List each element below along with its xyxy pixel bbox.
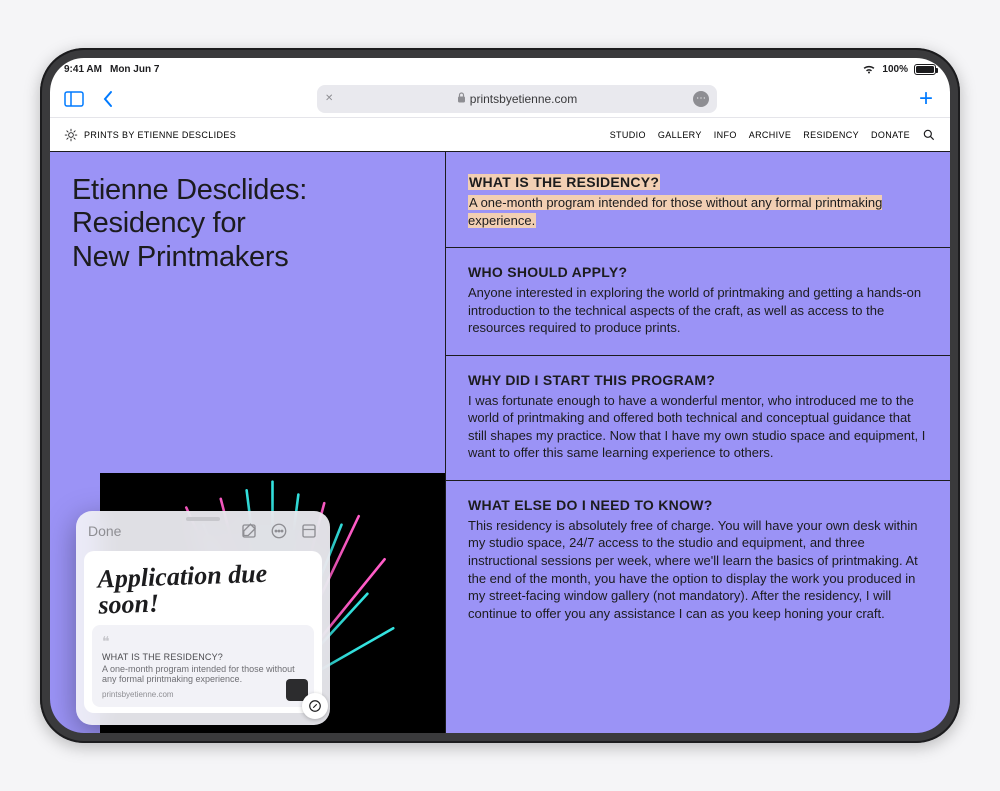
status-date: Mon Jun 7 [110, 64, 159, 75]
sidebar-toggle-icon[interactable] [62, 87, 86, 111]
page-settings-icon[interactable]: ⋯ [693, 91, 709, 107]
compose-icon[interactable] [240, 522, 258, 540]
heading-line-3: New Printmakers [72, 241, 288, 273]
status-time: 9:41 AM [64, 64, 102, 75]
done-button[interactable]: Done [88, 523, 121, 539]
new-tab-button[interactable]: + [914, 87, 938, 111]
faq-item: WHAT IS THE RESIDENCY? A one-month progr… [446, 152, 950, 248]
heading-line-2: Residency for [72, 207, 246, 239]
faq-answer: I was fortunate enough to have a wonderf… [468, 392, 928, 462]
ipad-screen: 9:41 AM Mon Jun 7 100% ✕ [50, 58, 950, 733]
wifi-icon [862, 64, 876, 74]
page-content: Etienne Desclides: Residency for New Pri… [50, 152, 950, 733]
site-nav: STUDIO GALLERY INFO ARCHIVE RESIDENCY DO… [610, 128, 936, 142]
nav-info[interactable]: INFO [714, 130, 737, 140]
battery-percent: 100% [882, 64, 908, 75]
nav-archive[interactable]: ARCHIVE [749, 130, 792, 140]
quick-note-link-card[interactable]: ❝ WHAT IS THE RESIDENCY? A one-month pro… [92, 625, 314, 707]
faq-question: WHO SHOULD APPLY? [468, 264, 928, 280]
battery-icon [914, 64, 936, 75]
nav-gallery[interactable]: GALLERY [658, 130, 702, 140]
link-desc: A one-month program intended for those w… [102, 664, 304, 684]
link-source: printsbyetienne.com [102, 690, 304, 699]
grid-icon[interactable] [300, 522, 318, 540]
faq-answer: Anyone interested in exploring the world… [468, 284, 928, 337]
quick-note-toolbar: Done [76, 511, 330, 551]
faq-question: WHY DID I START THIS PROGRAM? [468, 372, 928, 388]
nav-donate[interactable]: DONATE [871, 130, 910, 140]
link-title: WHAT IS THE RESIDENCY? [102, 652, 304, 662]
faq-item: WHY DID I START THIS PROGRAM? I was fort… [446, 356, 950, 481]
faq-item: WHO SHOULD APPLY? Anyone interested in e… [446, 248, 950, 356]
url-text: printsbyetienne.com [470, 92, 577, 106]
url-bar[interactable]: ✕ printsbyetienne.com ⋯ [317, 85, 717, 113]
safari-toolbar: ✕ printsbyetienne.com ⋯ + [50, 80, 950, 118]
quote-icon: ❝ [102, 633, 304, 650]
quick-note-panel[interactable]: Done Application due soon! ❝ WHAT IS THE… [76, 511, 330, 725]
back-button[interactable] [96, 87, 120, 111]
page-heading: Etienne Desclides: Residency for New Pri… [72, 174, 423, 274]
faq-item: WHAT ELSE DO I NEED TO KNOW? This reside… [446, 481, 950, 640]
faq-question: WHAT ELSE DO I NEED TO KNOW? [468, 497, 928, 513]
tracker-shield-icon[interactable]: ✕ [325, 93, 333, 104]
sun-icon [64, 128, 78, 142]
faq-answer: This residency is absolutely free of cha… [468, 517, 928, 622]
faq-question: WHAT IS THE RESIDENCY? [468, 174, 928, 190]
faq-column: WHAT IS THE RESIDENCY? A one-month progr… [446, 152, 950, 733]
quick-note-body[interactable]: Application due soon! ❝ WHAT IS THE RESI… [84, 551, 322, 713]
more-icon[interactable] [270, 522, 288, 540]
ipad-device-frame: 9:41 AM Mon Jun 7 100% ✕ [40, 48, 960, 743]
site-header: PRINTS BY ETIENNE DESCLIDES STUDIO GALLE… [50, 118, 950, 152]
nav-studio[interactable]: STUDIO [610, 130, 646, 140]
search-icon[interactable] [922, 128, 936, 142]
ios-status-bar: 9:41 AM Mon Jun 7 100% [50, 58, 950, 80]
drag-handle-icon[interactable] [186, 517, 220, 521]
lock-icon [457, 92, 466, 106]
site-title: PRINTS BY ETIENNE DESCLIDES [84, 130, 236, 140]
apple-pencil-icon[interactable] [302, 693, 328, 719]
heading-line-1: Etienne Desclides: [72, 174, 307, 206]
faq-answer: A one-month program intended for those w… [468, 194, 928, 229]
handwritten-text: Application due soon! [91, 555, 315, 629]
site-logo[interactable]: PRINTS BY ETIENNE DESCLIDES [64, 128, 236, 142]
nav-residency[interactable]: RESIDENCY [803, 130, 859, 140]
